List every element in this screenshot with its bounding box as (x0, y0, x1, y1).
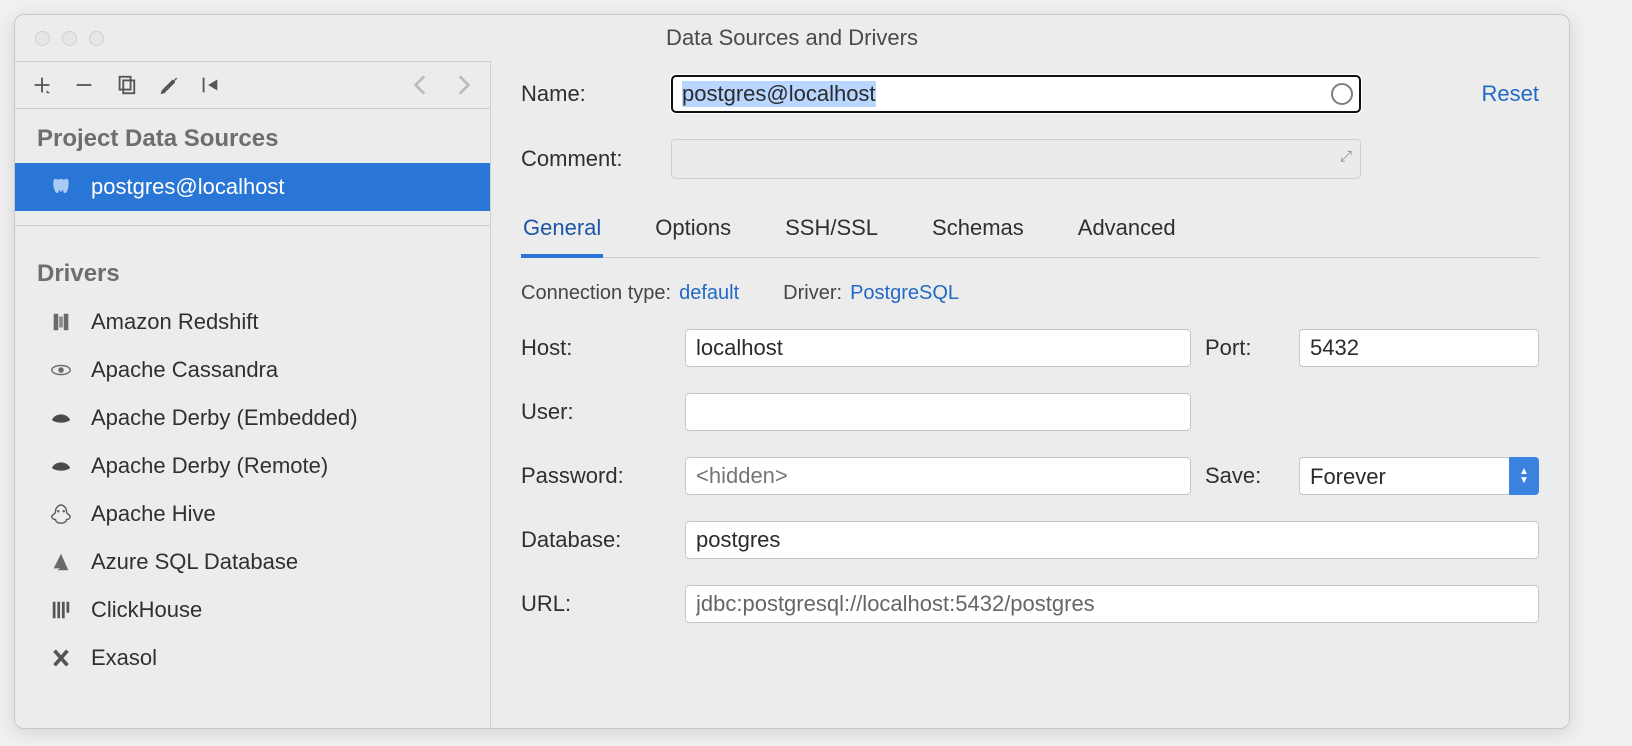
driver-item-derby-remote[interactable]: Apache Derby (Remote) (15, 442, 490, 490)
connection-type-link[interactable]: default (679, 282, 739, 305)
zoom-dot[interactable] (89, 31, 104, 46)
sidebar: Project Data Sources postgres@localhost … (15, 61, 491, 728)
derby-icon (47, 452, 75, 480)
connection-type-label: Connection type: (521, 282, 671, 305)
window-title: Data Sources and Drivers (666, 25, 918, 51)
tab-general[interactable]: General (521, 205, 603, 258)
exasol-icon (47, 644, 75, 672)
driver-item-cassandra[interactable]: Apache Cassandra (15, 346, 490, 394)
cassandra-icon (47, 356, 75, 384)
tab-options[interactable]: Options (653, 205, 733, 257)
tab-advanced[interactable]: Advanced (1076, 205, 1178, 257)
minimize-dot[interactable] (62, 31, 77, 46)
comment-label: Comment: (521, 146, 671, 172)
tab-schemas[interactable]: Schemas (930, 205, 1026, 257)
driver-label: Apache Derby (Embedded) (91, 405, 358, 431)
save-select[interactable]: Forever (1299, 457, 1539, 495)
driver-item-exasol[interactable]: Exasol (15, 634, 490, 682)
back-button[interactable] (400, 64, 442, 106)
dialog-window: Data Sources and Drivers (14, 14, 1570, 729)
dialog-content: Project Data Sources postgres@localhost … (15, 61, 1569, 728)
section-project-data-sources: Project Data Sources (15, 109, 490, 163)
redshift-icon (47, 308, 75, 336)
add-button[interactable] (21, 64, 63, 106)
host-label: Host: (521, 335, 671, 361)
comment-input[interactable]: ⤢ (671, 139, 1361, 179)
save-label: Save: (1205, 463, 1285, 489)
driver-label: Amazon Redshift (91, 309, 259, 335)
driver-label: Apache Hive (91, 501, 216, 527)
azure-icon (47, 548, 75, 576)
clickhouse-icon (47, 596, 75, 624)
driver-item-azure[interactable]: Azure SQL Database (15, 538, 490, 586)
driver-label: Apache Derby (Remote) (91, 453, 328, 479)
driver-link[interactable]: PostgreSQL (850, 282, 959, 305)
driver-item-derby-embedded[interactable]: Apache Derby (Embedded) (15, 394, 490, 442)
name-label: Name: (521, 81, 671, 107)
host-input[interactable] (685, 329, 1191, 367)
driver-item-redshift[interactable]: Amazon Redshift (15, 298, 490, 346)
database-input[interactable] (685, 521, 1539, 559)
user-input[interactable] (685, 393, 1191, 431)
expand-icon[interactable]: ⤢ (1340, 148, 1352, 165)
hive-icon (47, 500, 75, 528)
tab-ssh-ssl[interactable]: SSH/SSL (783, 205, 880, 257)
derby-icon (47, 404, 75, 432)
driver-item-clickhouse[interactable]: ClickHouse (15, 586, 490, 634)
reset-link[interactable]: Reset (1482, 81, 1539, 107)
user-label: User: (521, 399, 671, 425)
section-drivers: Drivers (15, 226, 490, 298)
port-label: Port: (1205, 335, 1285, 361)
remove-button[interactable] (63, 64, 105, 106)
driver-label: Azure SQL Database (91, 549, 298, 575)
settings-button[interactable] (147, 64, 189, 106)
database-label: Database: (521, 527, 671, 553)
name-input[interactable] (671, 75, 1361, 113)
driver-link-label: Driver: (783, 282, 842, 305)
url-label: URL: (521, 591, 671, 617)
import-button[interactable] (189, 64, 231, 106)
driver-item-hive[interactable]: Apache Hive (15, 490, 490, 538)
forward-button[interactable] (442, 64, 484, 106)
port-input[interactable] (1299, 329, 1539, 367)
duplicate-button[interactable] (105, 64, 147, 106)
data-source-label: postgres@localhost (91, 174, 285, 200)
data-source-item[interactable]: postgres@localhost (15, 163, 490, 211)
url-input[interactable] (685, 585, 1539, 623)
tabs: General Options SSH/SSL Schemas Advanced (521, 205, 1539, 258)
titlebar: Data Sources and Drivers (15, 15, 1569, 61)
main-panel: Name: Reset Comment: ⤢ General Options S… (491, 61, 1569, 728)
close-dot[interactable] (35, 31, 50, 46)
connection-meta: Connection type: default Driver: Postgre… (521, 282, 1539, 305)
driver-label: Apache Cassandra (91, 357, 278, 383)
color-picker-button[interactable] (1331, 83, 1353, 105)
password-input[interactable] (685, 457, 1191, 495)
password-label: Password: (521, 463, 671, 489)
sidebar-toolbar (15, 61, 490, 109)
driver-label: ClickHouse (91, 597, 202, 623)
driver-label: Exasol (91, 645, 157, 671)
postgres-icon (47, 173, 75, 201)
traffic-lights (15, 31, 104, 46)
connection-form: Host: Port: User: Password: Save: Foreve… (521, 329, 1539, 623)
